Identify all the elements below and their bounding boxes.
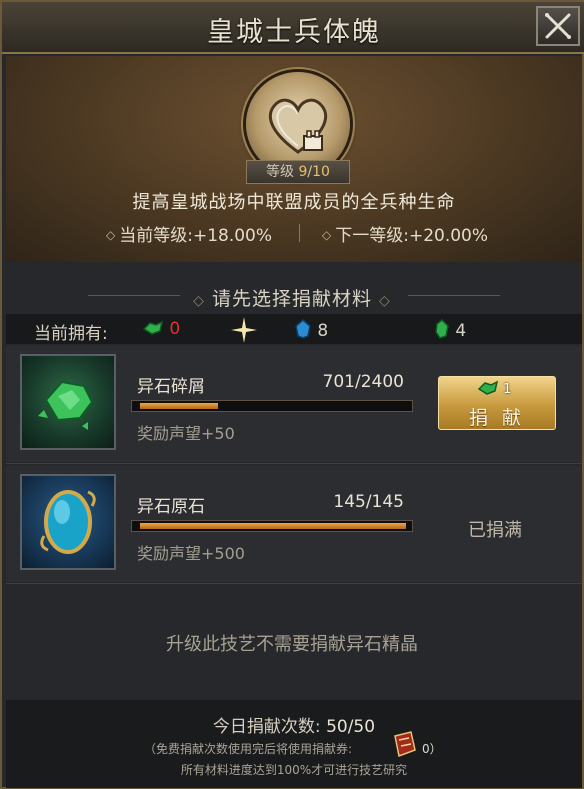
ornament-icon: ◇ [379, 293, 391, 309]
daily-value: 50/50 [326, 717, 376, 737]
donate-button-label: 捐 献 [468, 407, 526, 429]
material-count: 701/2400 [322, 372, 404, 392]
section-title: ◇ 请先选择捐献材料 ◇ [193, 288, 391, 310]
diamond-icon: ◇ [322, 228, 332, 242]
donated-full-label: 已捐满 [468, 520, 522, 541]
blue-gem-icon [295, 319, 311, 339]
donate-button[interactable]: 1 捐 献 [438, 376, 556, 430]
skill-description: 提高皇城战场中联盟成员的全兵种生命 [132, 192, 456, 213]
donation-ticket-icon [394, 731, 416, 758]
progress-fill [140, 403, 218, 409]
skill-stats: ◇ 当前等级:+18.00% ◇ 下一等级:+20.00% [6, 221, 582, 247]
material-name: 异石原石 [137, 497, 205, 517]
daily-donations: 今日捐献次数: 50/50 [6, 712, 582, 737]
material-row: 异石碎屑 701/2400 奖励声望+50 1 捐 献 [6, 346, 582, 462]
material-thumbnail[interactable] [20, 354, 116, 450]
skill-header: 等级 9/10 提高皇城战场中联盟成员的全兵种生命 ◇ 当前等级:+18.00% … [6, 56, 582, 262]
material-count: 145/145 [333, 492, 404, 512]
green-shard-icon [142, 320, 164, 335]
progress-bar [131, 520, 413, 532]
diamond-icon: ◇ [106, 228, 116, 242]
sparkle-icon [230, 316, 258, 349]
owned-blue-gem: 8 [294, 319, 328, 341]
level-label: 等级 [266, 164, 295, 180]
material-reward: 奖励声望+50 [137, 424, 235, 443]
green-shard-icon [38, 380, 94, 430]
donation-panel: 皇城士兵体魄 等级 9/10 提高皇城战场中联盟成员的全兵种生命 ◇ 当前等级:+… [0, 0, 584, 789]
owned-resources: 当前拥有: 0 8 4 [6, 314, 582, 344]
green-shard-icon [477, 380, 499, 395]
ornament-icon: ◇ [193, 293, 205, 309]
window-title: 皇城士兵体魄 [207, 17, 381, 48]
ticket-note: （免费捐献次数使用完后将使用捐献券: [144, 742, 353, 756]
owned-green-gem: 4 [434, 318, 466, 341]
progress-bar [131, 400, 413, 412]
row-divider [6, 463, 582, 464]
material-thumbnail[interactable] [20, 474, 116, 570]
title-bar: 皇城士兵体魄 [2, 2, 584, 54]
owned-green-shard: 0 [142, 319, 180, 339]
blue-gem-icon [40, 490, 96, 554]
level-max: 10 [312, 164, 330, 180]
close-icon [545, 13, 571, 39]
green-gem-icon [435, 318, 449, 339]
row-divider [6, 583, 582, 584]
owned-label: 当前拥有: [34, 324, 108, 344]
material-reward: 奖励声望+500 [137, 544, 245, 563]
donate-cost: 1 [477, 379, 511, 397]
close-button[interactable] [536, 6, 580, 46]
notice-text: 升级此技艺不需要捐献异石精晶 [166, 634, 418, 655]
material-name: 异石碎屑 [137, 377, 205, 397]
level-tag: 等级 9/10 [246, 160, 350, 184]
current-level-stat: ◇ 当前等级:+18.00% [106, 226, 273, 246]
ticket-count: 0） [422, 742, 442, 756]
progress-fill [140, 523, 406, 529]
next-level-stat: ◇ 下一等级:+20.00% [322, 226, 489, 246]
material-row: 异石原石 145/145 奖励声望+500 已捐满 [6, 466, 582, 582]
stat-divider [299, 224, 300, 242]
footer: 今日捐献次数: 50/50 （免费捐献次数使用完后将使用捐献券: 0） 所有材料… [6, 700, 582, 788]
research-requirement-note: 所有材料进度达到100%才可进行技艺研究 [180, 763, 408, 777]
daily-label: 今日捐献次数: [212, 717, 321, 737]
